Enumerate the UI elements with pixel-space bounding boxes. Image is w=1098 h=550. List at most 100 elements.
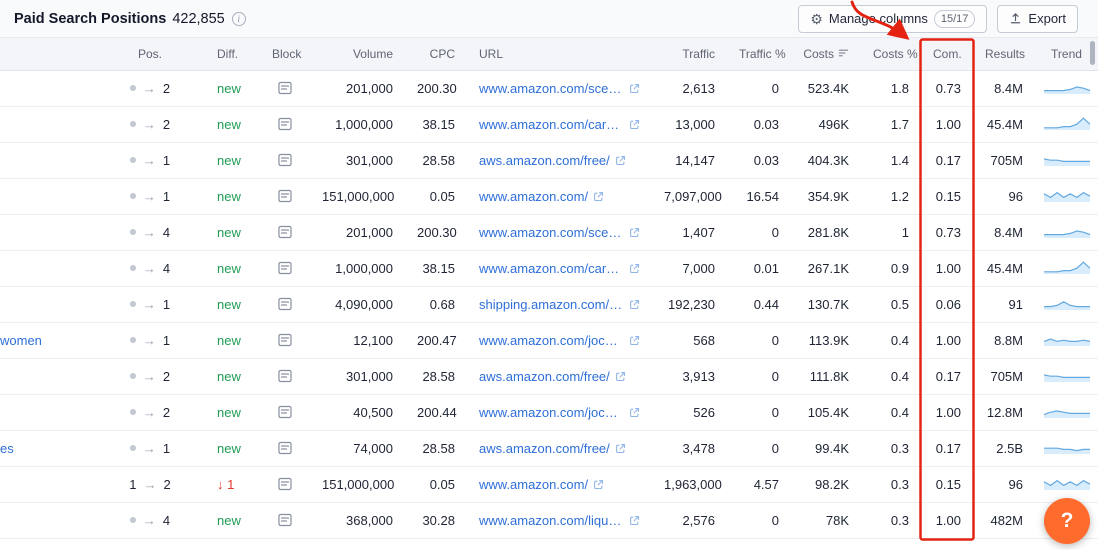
external-link-icon[interactable] xyxy=(615,155,626,166)
ad-copy-icon[interactable] xyxy=(277,260,293,276)
column-header-trend[interactable]: Trend xyxy=(1035,38,1098,70)
ad-copy-icon[interactable] xyxy=(277,152,293,168)
url-link[interactable]: aws.amazon.com/free/ xyxy=(479,153,610,168)
cpc-cell: 30.28 xyxy=(405,502,467,538)
ad-copy-icon[interactable] xyxy=(277,476,293,492)
trend-sparkline xyxy=(1043,439,1091,455)
diff-value: new xyxy=(217,261,241,276)
external-link-icon[interactable] xyxy=(629,299,640,310)
volume-cell: 4,090,000 xyxy=(310,286,405,322)
column-header-results[interactable]: Results xyxy=(973,38,1035,70)
url-link[interactable]: www.amazon.com/ xyxy=(479,189,588,204)
url-link[interactable]: www.amazon.com/jockey-underwe… xyxy=(479,333,624,348)
traffic-cell: 2,613 xyxy=(652,70,727,106)
results-cell: 482M xyxy=(973,502,1035,538)
pos-current-number: 1 xyxy=(163,333,170,348)
url-link[interactable]: www.amazon.com/scentsy/s?k=sce… xyxy=(479,225,624,240)
ad-copy-icon[interactable] xyxy=(277,296,293,312)
url-link[interactable]: aws.amazon.com/free/ xyxy=(479,441,610,456)
external-link-icon[interactable] xyxy=(629,263,640,274)
external-link-icon[interactable] xyxy=(629,119,640,130)
external-link-icon[interactable] xyxy=(615,443,626,454)
manage-columns-button[interactable]: ⚙ Manage columns 15/17 xyxy=(798,5,987,33)
keyword-link[interactable]: women xyxy=(0,333,42,348)
com-cell: 1.00 xyxy=(921,250,973,286)
diff-cell: ↓ 1 xyxy=(205,466,260,502)
ad-copy-icon[interactable] xyxy=(277,404,293,420)
external-link-icon[interactable] xyxy=(593,479,604,490)
help-button[interactable]: ? xyxy=(1044,498,1090,544)
keyword-cell: women xyxy=(0,322,95,358)
com-cell: 0.17 xyxy=(921,358,973,394)
ad-copy-icon[interactable] xyxy=(277,80,293,96)
vertical-scrollbar-thumb[interactable] xyxy=(1090,41,1095,65)
external-link-icon[interactable] xyxy=(629,83,640,94)
cpc-cell: 0.68 xyxy=(405,286,467,322)
trend-cell xyxy=(1035,358,1098,394)
com-cell: 0.17 xyxy=(921,142,973,178)
column-header-url[interactable]: URL xyxy=(467,38,652,70)
url-link[interactable]: www.amazon.com/carhartt-official… xyxy=(479,261,624,276)
column-header-pos[interactable]: Pos. xyxy=(95,38,205,70)
ad-copy-icon[interactable] xyxy=(277,188,293,204)
costs-pct-cell: 1.4 xyxy=(861,142,921,178)
keyword-link[interactable]: es xyxy=(0,441,14,456)
costs-cell: 130.7K xyxy=(791,286,861,322)
column-header-cpc[interactable]: CPC xyxy=(405,38,467,70)
cpc-cell: 200.44 xyxy=(405,394,467,430)
diff-cell: new xyxy=(205,286,260,322)
traffic-cell: 568 xyxy=(652,322,727,358)
export-button[interactable]: Export xyxy=(997,5,1078,33)
url-link[interactable]: aws.amazon.com/free/ xyxy=(479,369,610,384)
info-icon[interactable]: i xyxy=(232,12,246,26)
traffic-pct-cell: 0 xyxy=(727,358,791,394)
volume-cell: 12,100 xyxy=(310,322,405,358)
ad-copy-icon[interactable] xyxy=(277,224,293,240)
column-header-com[interactable]: Com. xyxy=(921,38,973,70)
column-header-volume[interactable]: Volume xyxy=(310,38,405,70)
external-link-icon[interactable] xyxy=(629,335,640,346)
diff-cell: new xyxy=(205,106,260,142)
url-link[interactable]: www.amazon.com/carhartt-official… xyxy=(479,117,624,132)
url-link[interactable]: www.amazon.com/scentsy/s?k=sce… xyxy=(479,81,624,96)
ad-copy-icon[interactable] xyxy=(277,440,293,456)
pos-current-number: 4 xyxy=(163,261,170,276)
url-link[interactable]: www.amazon.com/ xyxy=(479,477,588,492)
costs-cell: 111.8K xyxy=(791,358,861,394)
column-header-costs[interactable]: Costs xyxy=(791,38,861,70)
external-link-icon[interactable] xyxy=(593,191,604,202)
external-link-icon[interactable] xyxy=(629,407,640,418)
external-link-icon[interactable] xyxy=(629,227,640,238)
external-link-icon[interactable] xyxy=(629,515,640,526)
trend-cell xyxy=(1035,322,1098,358)
keyword-cell xyxy=(0,358,95,394)
diff-value: new xyxy=(217,369,241,384)
paid-search-positions-panel: Paid Search Positions 422,855 i ⚙ Manage… xyxy=(0,0,1098,539)
column-header-keyword[interactable] xyxy=(0,38,95,70)
com-cell: 0.73 xyxy=(921,214,973,250)
column-header-traffic-pct[interactable]: Traffic % xyxy=(727,38,791,70)
external-link-icon[interactable] xyxy=(615,371,626,382)
url-link[interactable]: shipping.amazon.com/los-angeles-… xyxy=(479,297,624,312)
ad-copy-icon[interactable] xyxy=(277,512,293,528)
trend-sparkline xyxy=(1043,79,1091,95)
ad-copy-icon[interactable] xyxy=(277,116,293,132)
url-link[interactable]: www.amazon.com/jockey-underwe… xyxy=(479,405,624,420)
url-cell: www.amazon.com/jockey-underwe… xyxy=(467,394,652,430)
gear-icon: ⚙ xyxy=(810,12,823,26)
keyword-cell: es xyxy=(0,430,95,466)
column-header-block[interactable]: Block xyxy=(260,38,310,70)
url-link[interactable]: www.amazon.com/liquid-iv/s?k=liq… xyxy=(479,513,624,528)
url-cell: aws.amazon.com/free/ xyxy=(467,142,652,178)
trend-sparkline xyxy=(1043,151,1091,167)
sort-desc-icon[interactable] xyxy=(838,47,849,61)
costs-pct-cell: 1.7 xyxy=(861,106,921,142)
cpc-cell: 200.30 xyxy=(405,214,467,250)
traffic-pct-cell: 0.01 xyxy=(727,250,791,286)
cpc-cell: 200.30 xyxy=(405,70,467,106)
column-header-costs-pct[interactable]: Costs % xyxy=(861,38,921,70)
ad-copy-icon[interactable] xyxy=(277,332,293,348)
column-header-traffic[interactable]: Traffic xyxy=(652,38,727,70)
ad-copy-icon[interactable] xyxy=(277,368,293,384)
column-header-diff[interactable]: Diff. xyxy=(205,38,260,70)
